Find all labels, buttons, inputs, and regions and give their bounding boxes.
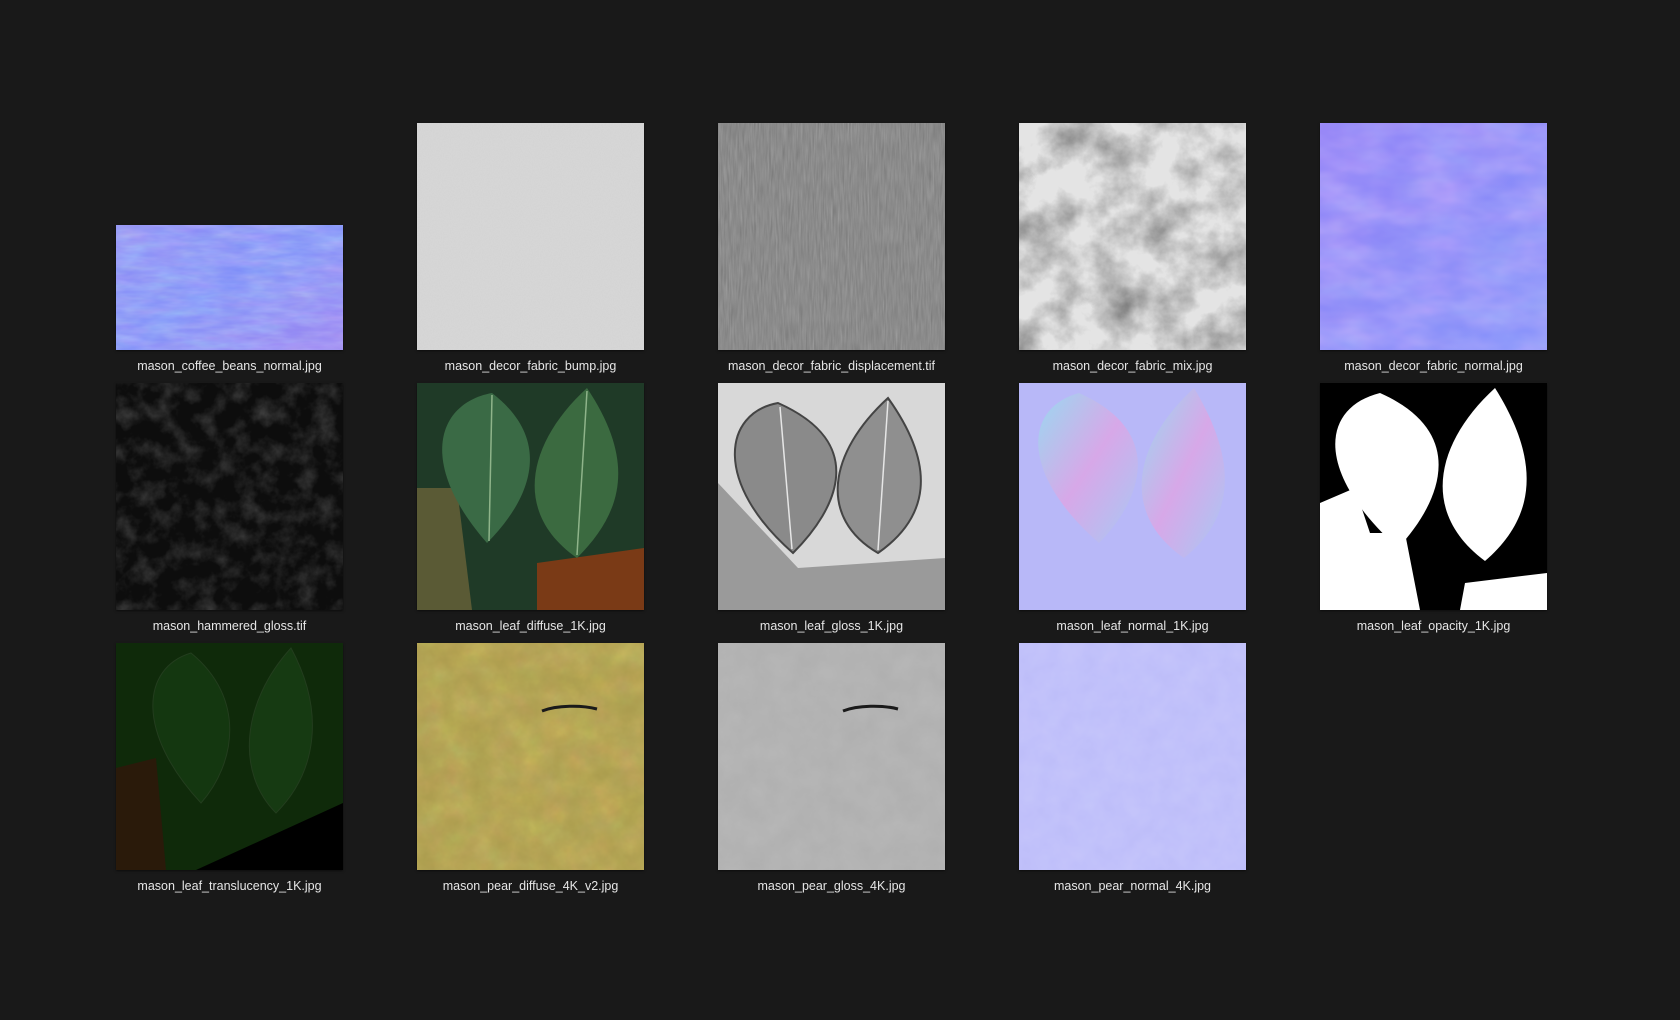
thumbnail-frame [1019,383,1246,610]
thumbnail-image [116,643,343,870]
file-tile[interactable]: mason_decor_fabric_mix.jpg [1019,116,1246,376]
file-tile[interactable]: mason_leaf_opacity_1K.jpg [1320,376,1547,636]
thumbnail-image [1019,643,1246,870]
thumbnail-frame [718,123,945,350]
thumbnail-frame [1019,123,1246,350]
file-tile[interactable]: mason_decor_fabric_normal.jpg [1320,116,1547,376]
file-grid: mason_coffee_beans_normal.jpg mason_deco… [116,116,1551,896]
thumbnail-frame [116,383,343,610]
file-name: mason_leaf_translucency_1K.jpg [137,879,322,893]
file-tile[interactable]: mason_pear_normal_4K.jpg [1019,636,1246,896]
file-name: mason_hammered_gloss.tif [152,619,307,633]
thumbnail-image [1320,383,1547,610]
file-name: mason_leaf_gloss_1K.jpg [759,619,904,633]
file-name: mason_pear_gloss_4K.jpg [757,879,906,893]
file-tile[interactable]: mason_pear_gloss_4K.jpg [718,636,945,896]
thumbnail-image [116,383,343,610]
file-tile[interactable]: mason_pear_diffuse_4K_v2.jpg [417,636,644,896]
thumbnail-frame [417,643,644,870]
file-name: mason_decor_fabric_normal.jpg [1344,359,1523,373]
thumbnail-image [718,123,945,350]
thumbnail-frame [718,383,945,610]
file-tile[interactable]: mason_decor_fabric_bump.jpg [417,116,644,376]
thumbnail-image [417,643,644,870]
thumbnail-image [417,123,644,350]
thumbnail-image [1320,123,1547,350]
thumbnail-frame [116,123,343,350]
file-tile[interactable]: mason_coffee_beans_normal.jpg [116,116,343,376]
file-tile[interactable]: mason_hammered_gloss.tif [116,376,343,636]
thumbnail-frame [718,643,945,870]
file-name: mason_pear_diffuse_4K_v2.jpg [442,879,619,893]
file-name: mason_coffee_beans_normal.jpg [137,359,322,373]
thumbnail-image [417,383,644,610]
file-name: mason_decor_fabric_displacement.tif [727,359,936,373]
file-tile[interactable]: mason_leaf_diffuse_1K.jpg [417,376,644,636]
file-tile[interactable]: mason_leaf_translucency_1K.jpg [116,636,343,896]
file-name: mason_leaf_diffuse_1K.jpg [455,619,606,633]
thumbnail-image [116,225,343,350]
thumbnail-frame [1019,643,1246,870]
file-tile[interactable]: mason_leaf_normal_1K.jpg [1019,376,1246,636]
file-name: mason_decor_fabric_mix.jpg [1052,359,1213,373]
thumbnail-image [1019,123,1246,350]
thumbnail-frame [417,123,644,350]
file-tile[interactable]: mason_leaf_gloss_1K.jpg [718,376,945,636]
file-name: mason_leaf_opacity_1K.jpg [1356,619,1511,633]
file-name: mason_decor_fabric_bump.jpg [444,359,617,373]
thumbnail-image [718,643,945,870]
thumbnail-frame [1320,383,1547,610]
thumbnail-frame [417,383,644,610]
thumbnail-image [718,383,945,610]
thumbnail-image [1019,383,1246,610]
file-name: mason_leaf_normal_1K.jpg [1056,619,1209,633]
thumbnail-frame [1320,123,1547,350]
file-tile[interactable]: mason_decor_fabric_displacement.tif [718,116,945,376]
file-name: mason_pear_normal_4K.jpg [1053,879,1212,893]
thumbnail-frame [116,643,343,870]
